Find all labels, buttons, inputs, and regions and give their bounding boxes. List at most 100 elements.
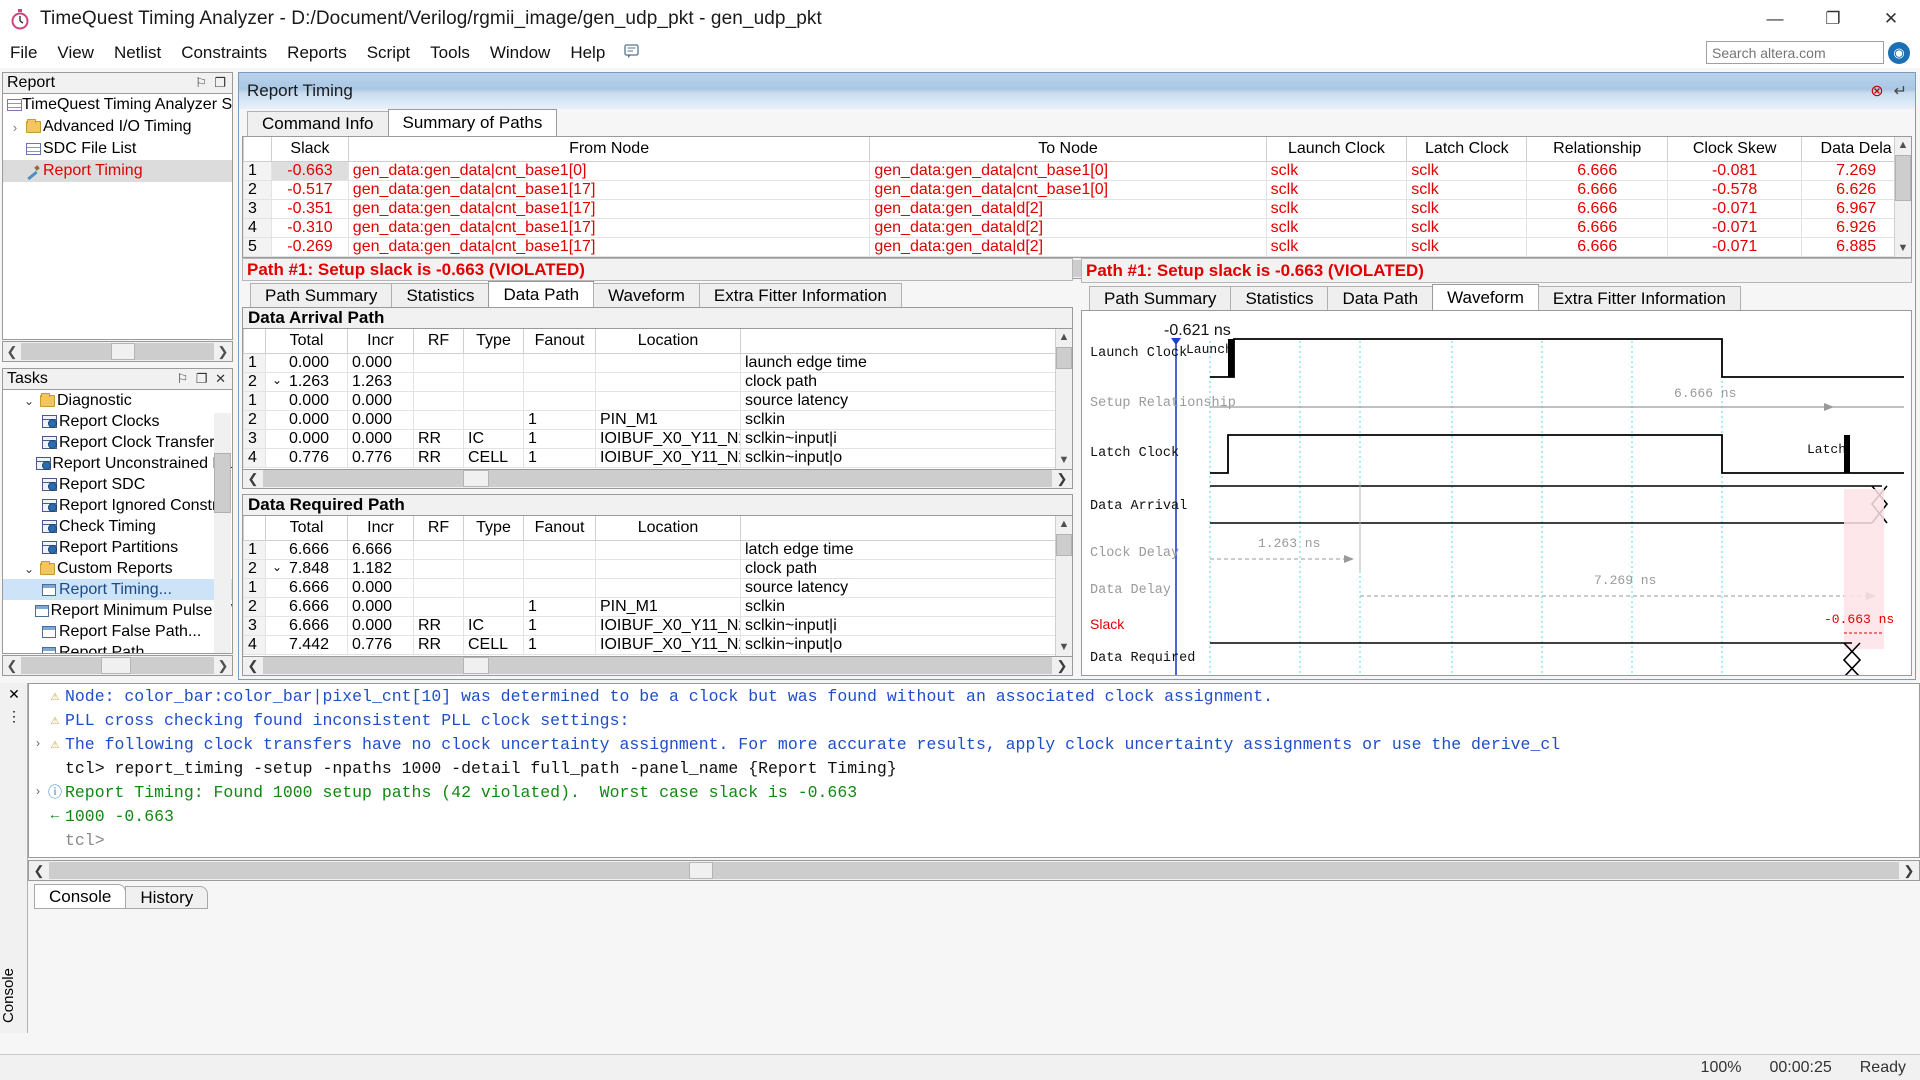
scroll-left-icon[interactable]: ❮ xyxy=(3,658,21,674)
chevron-right-icon[interactable]: › xyxy=(7,120,23,135)
scroll-track[interactable] xyxy=(263,657,1052,675)
restore-icon[interactable]: ↵ xyxy=(1894,81,1907,101)
table-row[interactable]: 1 6.666 0.000 source latency xyxy=(243,577,1072,598)
console-prompt-line[interactable]: tcl> xyxy=(29,828,1919,852)
menu-tools[interactable]: Tools xyxy=(420,41,480,65)
scroll-left-icon[interactable]: ❮ xyxy=(29,863,49,879)
tasks-tree[interactable]: ⌄ Diagnostic Report Clocks Report Clock … xyxy=(2,390,233,654)
col-total[interactable]: Total xyxy=(265,516,348,541)
col-location[interactable]: Location xyxy=(595,516,741,541)
chevron-down-icon[interactable]: ⌄ xyxy=(272,373,282,387)
col-element[interactable] xyxy=(740,516,1072,541)
col-rf[interactable]: RF xyxy=(413,329,464,354)
search-input[interactable] xyxy=(1706,41,1884,64)
col-from-node[interactable]: From Node xyxy=(347,137,871,162)
col-type[interactable]: Type xyxy=(463,516,524,541)
tab-command-info[interactable]: Command Info xyxy=(247,111,389,136)
col-clock-skew[interactable]: Clock Skew xyxy=(1667,137,1803,162)
close-button[interactable]: ✕ xyxy=(1862,0,1920,38)
task-group-custom-reports[interactable]: ⌄ Custom Reports xyxy=(3,558,232,579)
menu-netlist[interactable]: Netlist xyxy=(104,41,171,65)
report-tree-item-report-timing[interactable]: Report Timing xyxy=(3,160,232,182)
tab-waveform[interactable]: Waveform xyxy=(1432,284,1539,310)
waveform-view[interactable]: -0.621 ns Launch Clock Launch Setup Rela… xyxy=(1081,310,1912,676)
arrival-vscrollbar[interactable]: ▲ ▼ xyxy=(1055,329,1072,469)
table-row[interactable]: 2 ⌄ 1.263 1.263 clock path xyxy=(243,371,1072,392)
maximize-button[interactable]: ❐ xyxy=(1804,0,1862,38)
tab-path-summary[interactable]: Path Summary xyxy=(1089,286,1232,310)
report-tree-item-summary[interactable]: TimeQuest Timing Analyzer Su xyxy=(3,94,232,116)
report-tree[interactable]: TimeQuest Timing Analyzer Su › Advanced … xyxy=(2,94,233,340)
menu-reports[interactable]: Reports xyxy=(277,41,357,65)
chevron-down-icon[interactable]: ⌄ xyxy=(21,394,37,408)
menu-view[interactable]: View xyxy=(47,41,104,65)
report-tree-hscrollbar[interactable]: ❮ ❯ xyxy=(2,341,233,362)
col-rf[interactable]: RF xyxy=(413,516,464,541)
summary-vscrollbar[interactable]: ▲ ▼ xyxy=(1894,137,1911,257)
menu-script[interactable]: Script xyxy=(357,41,420,65)
note-icon[interactable] xyxy=(623,43,640,64)
minimize-button[interactable]: — xyxy=(1746,0,1804,38)
col-index[interactable] xyxy=(243,137,273,162)
scroll-right-icon[interactable]: ❯ xyxy=(214,344,232,360)
task-report-path[interactable]: Report Path... xyxy=(3,642,232,653)
col-incr[interactable]: Incr xyxy=(347,516,414,541)
table-row[interactable]: 4 7.442 0.776 RR CELL 1 IOIBUF_X0_Y11_N2… xyxy=(243,634,1072,655)
console-output[interactable]: ⚠ Node: color_bar:color_bar|pixel_cnt[10… xyxy=(28,683,1920,858)
scroll-down-icon[interactable]: ▼ xyxy=(1895,240,1911,257)
tasks-panel-pin-icons[interactable]: ⚐ ❐ ✕ xyxy=(177,371,228,387)
task-report-clocks[interactable]: Report Clocks xyxy=(3,411,232,432)
tasks-hscrollbar[interactable]: ❮ ❯ xyxy=(2,655,233,676)
task-report-timing[interactable]: Report Timing... xyxy=(3,579,232,600)
menu-help[interactable]: Help xyxy=(560,41,615,65)
expand-icon[interactable]: › xyxy=(31,737,45,751)
col-index[interactable] xyxy=(243,329,266,354)
report-panel-pin-icons[interactable]: ⚐ ❐ xyxy=(195,75,228,91)
scroll-up-icon[interactable]: ▲ xyxy=(1056,329,1072,346)
col-slack[interactable]: Slack xyxy=(271,137,349,162)
col-latch-clock[interactable]: Latch Clock xyxy=(1406,137,1528,162)
col-launch-clock[interactable]: Launch Clock xyxy=(1265,137,1408,162)
scroll-thumb[interactable] xyxy=(1895,155,1911,201)
col-total[interactable]: Total xyxy=(265,329,348,354)
table-row[interactable]: 2 0.000 0.000 1 PIN_M1 sclkin xyxy=(243,409,1072,430)
required-vscrollbar[interactable]: ▲ ▼ xyxy=(1055,516,1072,656)
globe-icon[interactable]: ◉ xyxy=(1888,41,1910,64)
task-report-unconstrained-paths[interactable]: Report Unconstrained Pa xyxy=(3,453,232,474)
tab-history[interactable]: History xyxy=(125,886,209,909)
scroll-right-icon[interactable]: ❯ xyxy=(214,658,232,674)
report-tree-item-sdc-file-list[interactable]: SDC File List xyxy=(3,138,232,160)
scroll-track[interactable] xyxy=(49,862,1899,879)
data-required-path-table[interactable]: Total Incr RF Type Fanout Location 1 6.6… xyxy=(242,516,1073,657)
task-report-clock-transfers[interactable]: Report Clock Transfers xyxy=(3,432,232,453)
task-group-diagnostic[interactable]: ⌄ Diagnostic xyxy=(3,390,232,411)
table-row[interactable]: 4 -0.310 gen_data:gen_data|cnt_base1[17]… xyxy=(243,217,1911,238)
table-row[interactable]: 3 6.666 0.000 RR IC 1 IOIBUF_X0_Y11_N22 … xyxy=(243,615,1072,636)
tab-data-path[interactable]: Data Path xyxy=(488,281,595,308)
console-close-icon[interactable]: ✕ xyxy=(0,683,28,705)
table-row[interactable]: 5 -0.269 gen_data:gen_data|cnt_base1[17]… xyxy=(243,236,1911,257)
scroll-left-icon[interactable]: ❮ xyxy=(243,471,263,487)
tasks-vscrollbar[interactable] xyxy=(214,413,231,653)
scroll-right-icon[interactable]: ❯ xyxy=(1899,863,1919,879)
tab-console[interactable]: Console xyxy=(34,884,127,909)
scroll-thumb[interactable] xyxy=(101,657,131,674)
task-report-false-path[interactable]: Report False Path... xyxy=(3,621,232,642)
scroll-thumb[interactable] xyxy=(1056,347,1072,370)
console-undock-icon[interactable]: ⋮ xyxy=(0,705,28,727)
close-icon[interactable]: ⊗ xyxy=(1870,81,1883,101)
col-incr[interactable]: Incr xyxy=(347,329,414,354)
table-row[interactable]: 1 0.000 0.000 launch edge time xyxy=(243,352,1072,373)
task-check-timing[interactable]: Check Timing xyxy=(3,516,232,537)
scroll-up-icon[interactable]: ▲ xyxy=(1895,137,1911,154)
scroll-right-icon[interactable]: ❯ xyxy=(1052,471,1072,487)
task-report-minimum-pulse-width[interactable]: Report Minimum Pulse W xyxy=(3,600,232,621)
tab-summary-of-paths[interactable]: Summary of Paths xyxy=(387,109,558,136)
table-row[interactable]: 1 6.666 6.666 latch edge time xyxy=(243,539,1072,560)
col-location[interactable]: Location xyxy=(595,329,741,354)
table-row[interactable]: 2 ⌄ 7.848 1.182 clock path xyxy=(243,558,1072,579)
tab-extra-fitter-information[interactable]: Extra Fitter Information xyxy=(698,283,902,308)
scroll-left-icon[interactable]: ❮ xyxy=(3,344,21,360)
scroll-thumb[interactable] xyxy=(1056,534,1072,557)
scroll-right-icon[interactable]: ❯ xyxy=(1052,658,1072,674)
